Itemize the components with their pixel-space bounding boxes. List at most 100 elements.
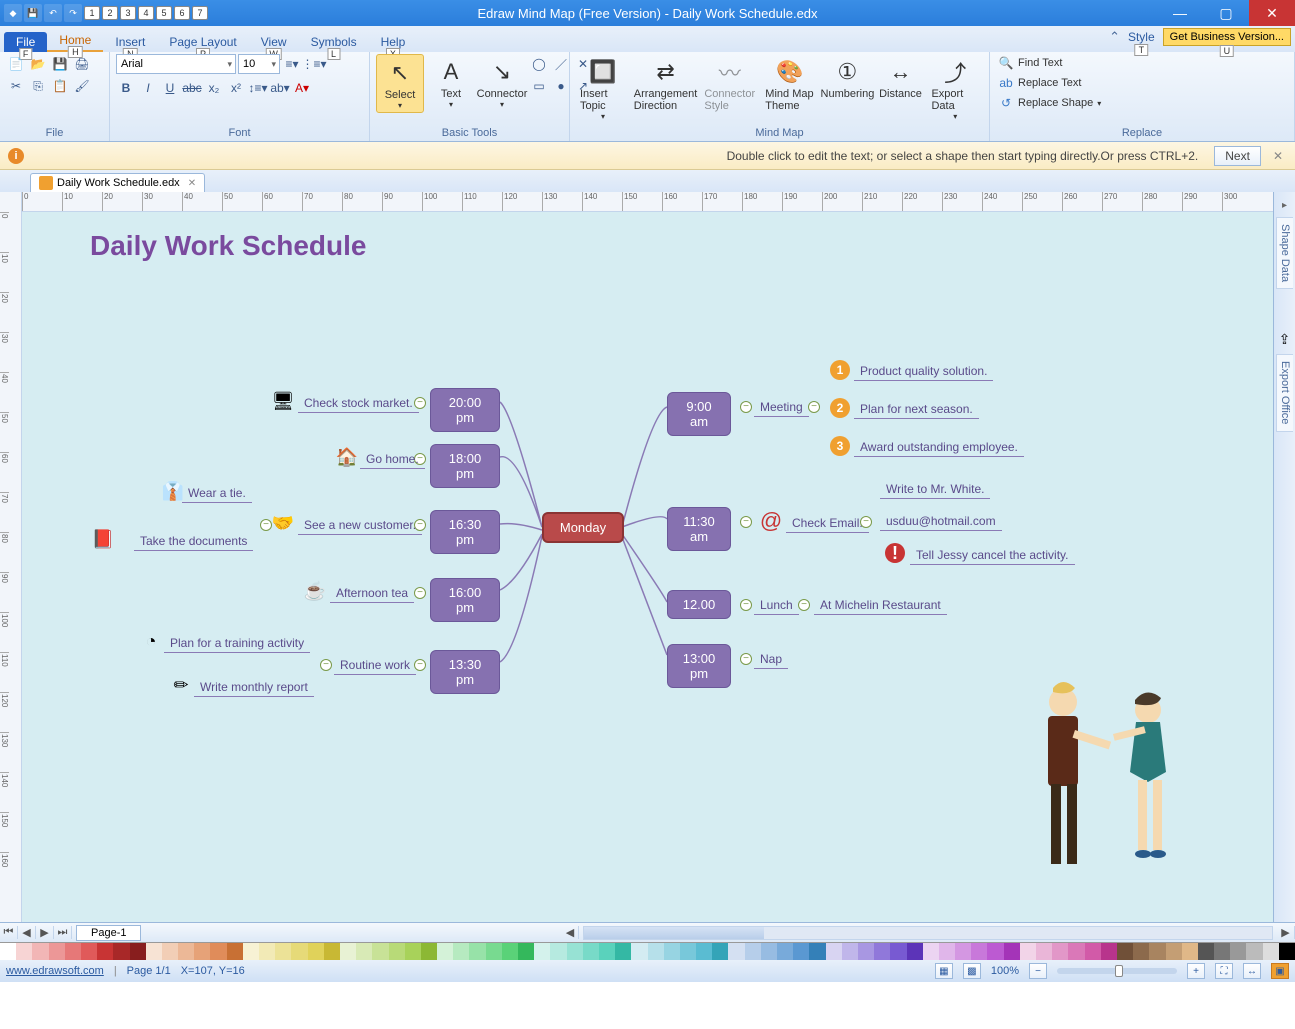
ribbon-minimize-icon[interactable]: ⌃ <box>1109 29 1120 45</box>
color-swatch[interactable] <box>1004 943 1020 960</box>
node-center[interactable]: Monday <box>542 512 624 543</box>
strike-button[interactable]: abc <box>182 78 202 98</box>
format-painter-icon[interactable]: 🖌 <box>72 76 92 96</box>
export-office-icon[interactable]: ⇪ <box>1279 331 1291 348</box>
color-swatch[interactable] <box>534 943 550 960</box>
page-last-icon[interactable]: ⏭ <box>54 926 72 939</box>
node-time-r1[interactable]: 9:00 am <box>667 392 731 436</box>
color-swatch[interactable] <box>550 943 566 960</box>
node-time-l3[interactable]: 16:30 pm <box>430 510 500 554</box>
color-swatch[interactable] <box>32 943 48 960</box>
view-mode-1-icon[interactable]: ▦ <box>935 963 953 979</box>
document-tab[interactable]: Daily Work Schedule.edx ✕ <box>30 173 205 192</box>
shape-dot-icon[interactable]: ● <box>551 76 571 96</box>
color-swatch[interactable] <box>324 943 340 960</box>
color-swatch[interactable] <box>1149 943 1165 960</box>
color-swatch[interactable] <box>631 943 647 960</box>
collapse-icon[interactable]: − <box>414 587 426 599</box>
node-customer-item-1[interactable]: Wear a tie. <box>182 484 252 503</box>
color-swatch[interactable] <box>178 943 194 960</box>
save-icon[interactable]: 💾 <box>50 54 70 74</box>
color-swatch[interactable] <box>615 943 631 960</box>
subscript-button[interactable]: x₂ <box>204 78 224 98</box>
collapse-icon[interactable]: − <box>740 401 752 413</box>
find-text-button[interactable]: 🔍Find Text <box>996 54 1103 72</box>
color-swatch[interactable] <box>696 943 712 960</box>
collapse-icon[interactable]: − <box>320 659 332 671</box>
node-time-l4[interactable]: 16:00 pm <box>430 578 500 622</box>
node-time-l2[interactable]: 18:00 pm <box>430 444 500 488</box>
fit-width-icon[interactable]: ↔ <box>1243 963 1261 979</box>
color-swatch[interactable] <box>923 943 939 960</box>
page-first-icon[interactable]: ⏮ <box>0 926 18 939</box>
print-icon[interactable]: 🖨 <box>72 54 92 74</box>
node-meeting-item-1[interactable]: Product quality solution. <box>854 362 993 381</box>
color-swatch[interactable] <box>1052 943 1068 960</box>
color-swatch[interactable] <box>842 943 858 960</box>
node-time-l5[interactable]: 13:30 pm <box>430 650 500 694</box>
font-size-combo[interactable]: 10 <box>238 54 280 74</box>
color-swatch[interactable] <box>745 943 761 960</box>
zoom-out-button[interactable]: − <box>1029 963 1047 979</box>
color-swatch[interactable] <box>826 943 842 960</box>
numbering-button[interactable]: ①Numbering <box>821 54 873 102</box>
color-swatch[interactable] <box>308 943 324 960</box>
color-swatch[interactable] <box>728 943 744 960</box>
color-swatch[interactable] <box>1214 943 1230 960</box>
open-icon[interactable]: 📂 <box>28 54 48 74</box>
color-swatch[interactable] <box>162 943 178 960</box>
node-email-item-2[interactable]: usduu@hotmail.com <box>880 512 1002 531</box>
color-swatch[interactable] <box>421 943 437 960</box>
color-swatch[interactable] <box>874 943 890 960</box>
collapse-icon[interactable]: − <box>740 653 752 665</box>
italic-button[interactable]: I <box>138 78 158 98</box>
color-swatch[interactable] <box>664 943 680 960</box>
hscroll-thumb[interactable] <box>584 927 764 939</box>
fullscreen-icon[interactable]: ▣ <box>1271 963 1289 979</box>
node-label-email[interactable]: Check Email. <box>786 514 869 533</box>
collapse-icon[interactable]: − <box>740 516 752 528</box>
hscroll-right-icon[interactable]: ▶ <box>1277 926 1295 939</box>
view-mode-2-icon[interactable]: ▩ <box>963 963 981 979</box>
color-swatch[interactable] <box>372 943 388 960</box>
color-swatch[interactable] <box>858 943 874 960</box>
node-routine-item-1[interactable]: Plan for a training activity <box>164 634 310 653</box>
bold-button[interactable]: B <box>116 78 136 98</box>
align-icon[interactable]: ≡▾ <box>282 54 302 74</box>
hscroll-left-icon[interactable]: ◀ <box>561 926 579 939</box>
node-label-stock[interactable]: Check stock market. <box>298 394 419 413</box>
color-swatch[interactable] <box>469 943 485 960</box>
select-tool[interactable]: ↖Select▾ <box>376 54 424 113</box>
font-color-icon[interactable]: A▾ <box>292 78 312 98</box>
tab-file[interactable]: FileF <box>4 32 47 52</box>
node-email-item-1[interactable]: Write to Mr. White. <box>880 480 990 499</box>
color-swatch[interactable] <box>356 943 372 960</box>
collapse-icon[interactable]: − <box>808 401 820 413</box>
arrangement-button[interactable]: ⇄Arrangement Direction <box>633 54 698 114</box>
maximize-button[interactable]: ▢ <box>1203 0 1249 26</box>
color-swatch[interactable] <box>648 943 664 960</box>
color-swatch[interactable] <box>809 943 825 960</box>
qat-save-icon[interactable]: 💾 <box>24 4 42 22</box>
qat-undo-icon[interactable]: ↶ <box>44 4 62 22</box>
replace-shape-button[interactable]: ↺Replace Shape ▾ <box>996 94 1103 112</box>
tab-home[interactable]: HomeH <box>47 30 103 52</box>
vendor-link[interactable]: www.edrawsoft.com <box>6 965 104 977</box>
next-button[interactable]: Next <box>1214 146 1261 166</box>
tab-pagelayout[interactable]: Page LayoutP <box>157 32 248 52</box>
color-swatch[interactable] <box>1166 943 1182 960</box>
tab-symbols[interactable]: SymbolsL <box>299 32 369 52</box>
color-swatch[interactable] <box>712 943 728 960</box>
color-swatch[interactable] <box>227 943 243 960</box>
connector-tool[interactable]: ↘Connector▾ <box>478 54 526 111</box>
color-swatch[interactable] <box>1230 943 1246 960</box>
color-swatch[interactable] <box>583 943 599 960</box>
color-swatch[interactable] <box>275 943 291 960</box>
color-swatch[interactable] <box>437 943 453 960</box>
close-button[interactable]: ✕ <box>1249 0 1295 26</box>
color-swatch[interactable] <box>389 943 405 960</box>
color-swatch[interactable] <box>243 943 259 960</box>
info-close-icon[interactable]: ✕ <box>1269 149 1287 163</box>
color-swatch[interactable] <box>486 943 502 960</box>
tab-help[interactable]: HelpX <box>369 32 418 52</box>
